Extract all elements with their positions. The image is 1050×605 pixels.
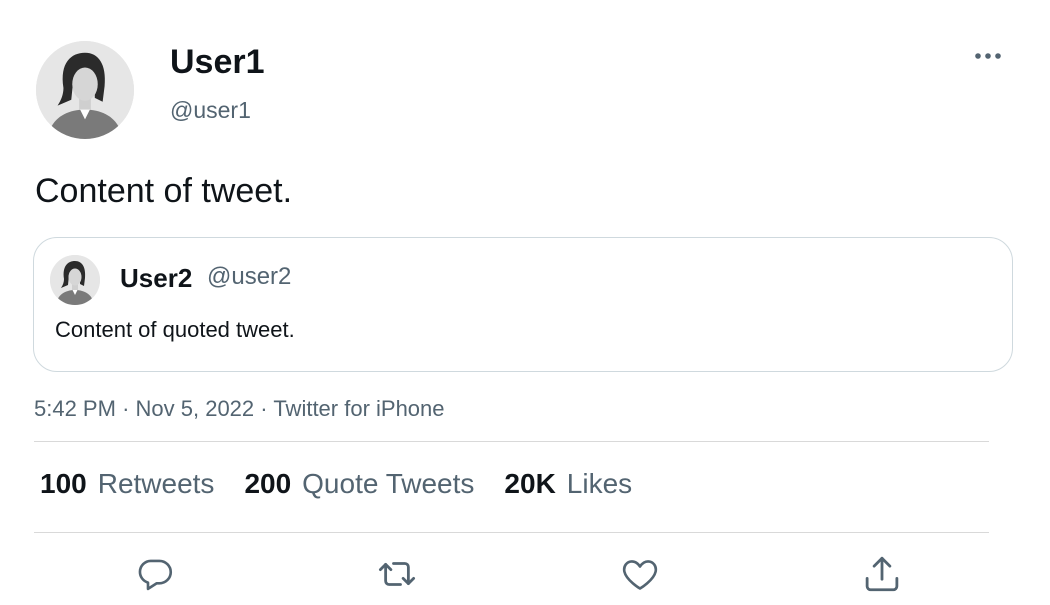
likes-count: 20K (504, 468, 556, 499)
likes-stat[interactable]: 20K Likes (504, 466, 632, 502)
share-button[interactable] (861, 553, 903, 595)
quoted-tweet-text: Content of quoted tweet. (55, 317, 295, 342)
quoted-display-name[interactable]: User2 (120, 262, 192, 294)
tweet: User1 @user1 Content of tweet. User2 @us… (0, 0, 1050, 605)
tweet-time[interactable]: 5:42 PM (34, 396, 116, 421)
avatar[interactable] (36, 41, 134, 139)
tweet-metadata: 5:42 PM · Nov 5, 2022 · Twitter for iPho… (34, 395, 445, 423)
quoted-tweet[interactable]: User2 @user2 Content of quoted tweet. (33, 237, 1013, 372)
meta-separator: · (122, 396, 130, 421)
divider (34, 441, 989, 442)
more-horizontal-icon (975, 53, 1001, 59)
tweet-date[interactable]: Nov 5, 2022 (136, 396, 255, 421)
retweets-label: Retweets (97, 468, 215, 499)
quote-tweets-label: Quote Tweets (302, 468, 475, 499)
retweets-stat[interactable]: 100 Retweets (40, 466, 214, 502)
tweet-source[interactable]: Twitter for iPhone (273, 396, 444, 421)
share-icon (865, 556, 899, 592)
engagement-stats: 100 Retweets 200 Quote Tweets 20K Likes (40, 466, 662, 502)
quoted-handle[interactable]: @user2 (207, 262, 291, 292)
default-avatar-icon (36, 41, 134, 139)
quoted-avatar[interactable] (50, 255, 100, 305)
more-options-button[interactable] (970, 42, 1006, 70)
divider (34, 532, 989, 533)
author-handle[interactable]: @user1 (170, 96, 251, 124)
quote-tweets-stat[interactable]: 200 Quote Tweets (244, 466, 474, 502)
reply-icon (138, 559, 173, 591)
meta-separator: · (260, 396, 268, 421)
author-display-name[interactable]: User1 (170, 42, 265, 82)
likes-label: Likes (566, 468, 633, 499)
tweet-text: Content of tweet. (35, 172, 293, 210)
like-icon (622, 560, 658, 590)
quote-tweets-count: 200 (244, 468, 292, 499)
retweet-icon (378, 562, 416, 586)
retweet-button[interactable] (376, 553, 418, 595)
default-avatar-icon (50, 255, 100, 305)
like-button[interactable] (619, 553, 661, 595)
retweets-count: 100 (40, 468, 87, 499)
reply-button[interactable] (134, 553, 176, 595)
